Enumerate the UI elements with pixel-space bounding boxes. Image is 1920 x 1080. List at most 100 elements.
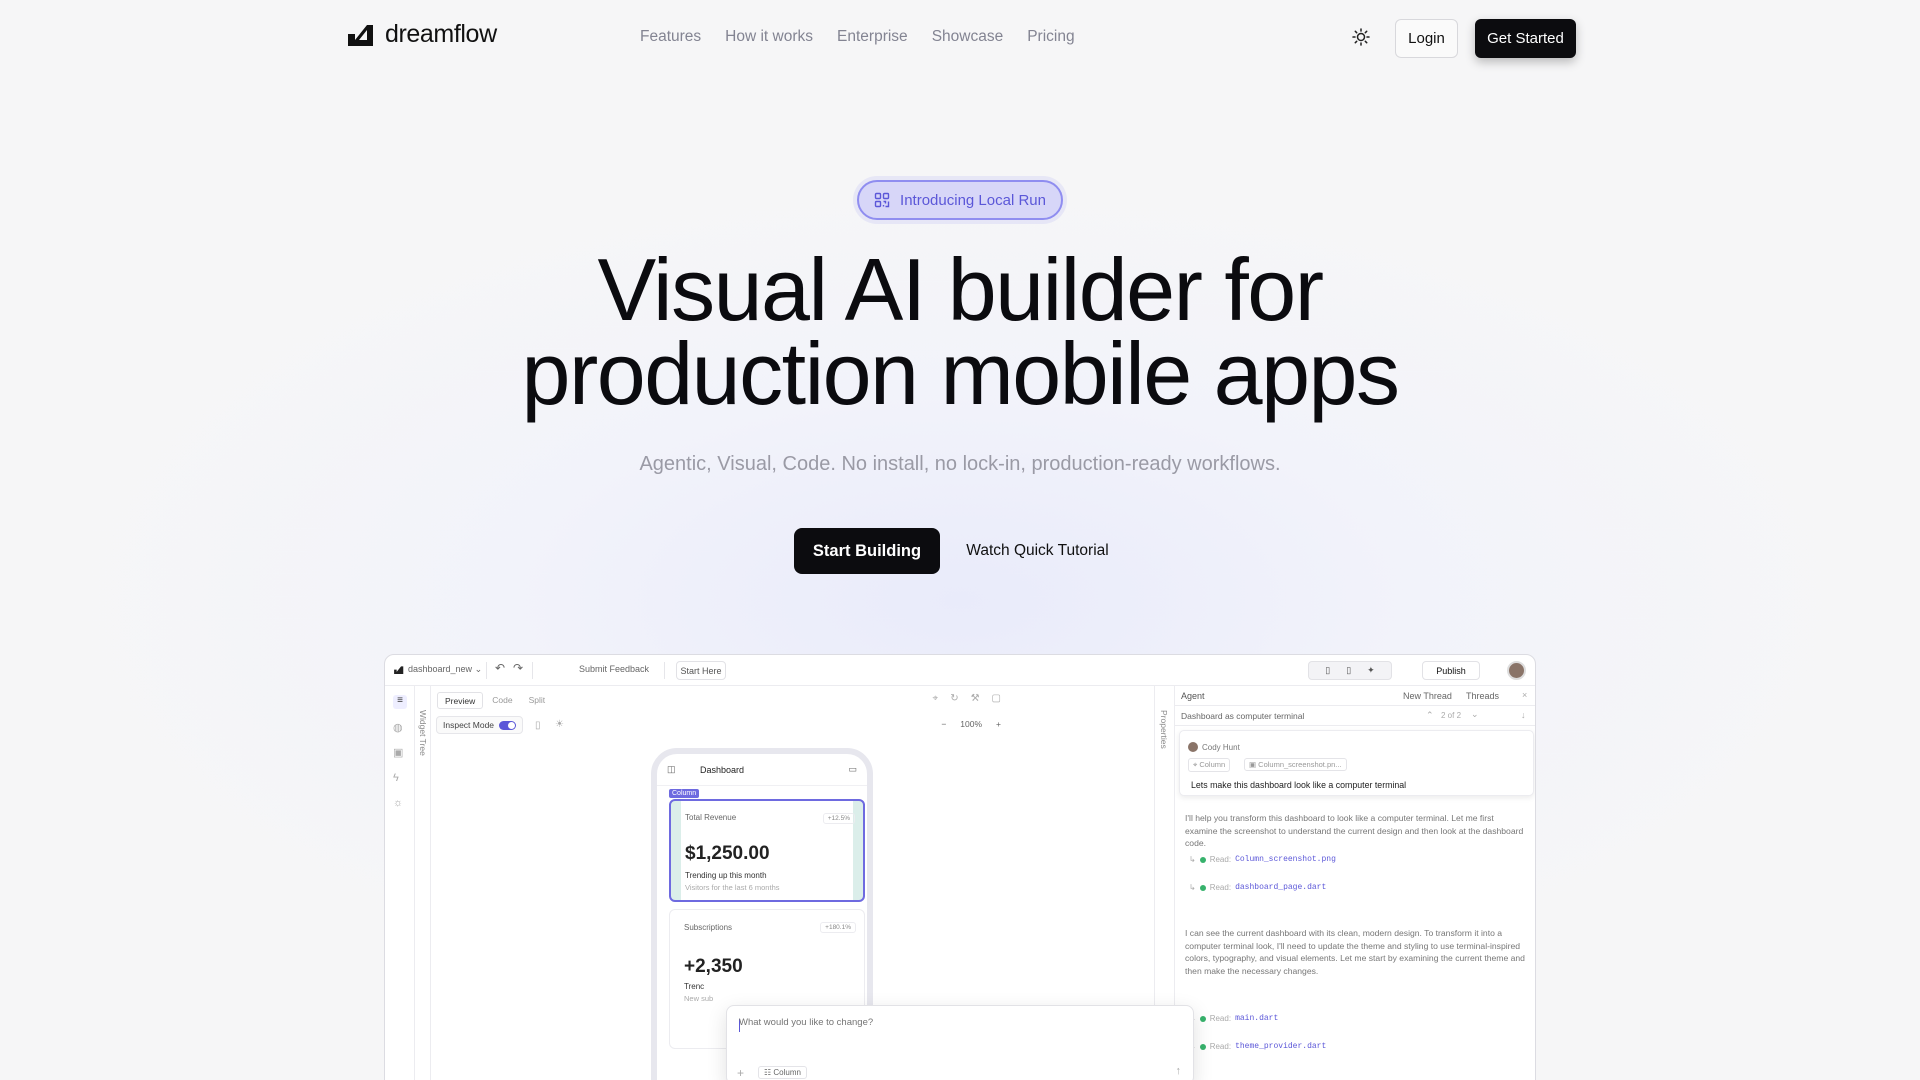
wrench-icon[interactable]: ⚒ (971, 693, 980, 704)
nav-link-enterprise[interactable]: Enterprise (837, 28, 908, 46)
tab-code[interactable]: Code (485, 692, 519, 709)
hero-title-line-2: production mobile apps (521, 324, 1400, 423)
tab-preview[interactable]: Preview (437, 692, 484, 709)
user-name: Cody Hunt (1202, 743, 1240, 752)
publish-button[interactable]: Publish (1422, 661, 1480, 680)
revenue-card[interactable]: Total Revenue +12.5% $1,250.00 Trending … (669, 799, 865, 902)
read-file-1[interactable]: Column_screenshot.png (1235, 855, 1336, 864)
image-icon[interactable]: ▣ (393, 746, 407, 760)
selected-widget-label: Column (669, 789, 700, 798)
widget-tree-collapsed[interactable]: Widget Tree (415, 686, 431, 1080)
layout-toggle-group: ▯ ▯ ✦ (1308, 661, 1392, 680)
subscriptions-label: Subscriptions (684, 923, 733, 932)
qr-scan-icon (874, 192, 890, 208)
theme-toggle-sun-icon[interactable] (1351, 27, 1371, 52)
read-label: Read: (1209, 1042, 1232, 1051)
read-label: Read: (1209, 883, 1232, 892)
bolt-icon[interactable]: ϟ (393, 772, 407, 786)
login-button[interactable]: Login (1395, 19, 1458, 58)
revenue-value: $1,250.00 (685, 843, 770, 864)
send-arrow-icon[interactable]: ↑ (1176, 1065, 1182, 1077)
user-message-avatar (1188, 742, 1198, 752)
read-file-3[interactable]: main.dart (1235, 1014, 1278, 1023)
brightness-icon[interactable]: ☀ (555, 719, 564, 730)
sidebar-toggle-icon[interactable]: ◫ (667, 764, 676, 775)
refresh-icon[interactable]: ↻ (950, 693, 958, 704)
change-prompt-input[interactable] (739, 1017, 1179, 1028)
context-chip-column[interactable]: ☷ Column (758, 1066, 807, 1079)
subscriptions-trend: Trenc (684, 982, 705, 991)
phone-page-title: Dashboard (700, 765, 745, 775)
chevron-up-icon[interactable]: ⌃ (1426, 710, 1434, 721)
hero-subtitle: Agentic, Visual, Code. No install, no lo… (639, 453, 1281, 475)
read-step-3: ↳Read:main.dart (1189, 1014, 1278, 1023)
zoom-in-icon[interactable]: + (996, 719, 1001, 729)
agent-title: Agent (1181, 691, 1205, 701)
chevron-down-icon[interactable]: ⌄ (1471, 709, 1479, 720)
submit-feedback-link[interactable]: Submit Feedback (579, 664, 649, 674)
nav-link-pricing[interactable]: Pricing (1027, 28, 1074, 46)
undo-icon[interactable]: ↶ (495, 661, 505, 675)
agent-header: Agent New Thread Threads × (1175, 686, 1535, 706)
widget-tree-icon[interactable]: ≡ (393, 695, 407, 709)
thread-bar: Dashboard as computer terminal ⌃ 2 of 2 … (1175, 706, 1535, 726)
pin-icon[interactable]: ⌖ (933, 693, 939, 704)
project-name: dashboard_new (408, 664, 473, 674)
start-here-button[interactable]: Start Here (676, 661, 726, 680)
top-nav: dreamflow Features How it works Enterpri… (0, 0, 1920, 78)
attachment-image-icon: ▣ (1249, 760, 1259, 769)
revenue-chip: +12.5% (822, 813, 855, 824)
thread-pager: 2 of 2 (1441, 711, 1462, 720)
status-dot (1199, 1043, 1206, 1050)
redo-icon[interactable]: ↷ (513, 661, 523, 675)
new-thread-button[interactable]: New Thread (1403, 691, 1452, 701)
read-step-4: ↳Read:theme_provider.dart (1189, 1042, 1326, 1051)
threads-button[interactable]: Threads (1466, 691, 1499, 701)
nav-links: Features How it works Enterprise Showcas… (640, 28, 1075, 46)
nav-link-how-it-works[interactable]: How it works (725, 28, 813, 46)
monitor-icon[interactable]: ▭ (848, 764, 857, 775)
read-file-4[interactable]: theme_provider.dart (1235, 1042, 1326, 1051)
user-avatar[interactable] (1507, 661, 1526, 680)
watch-tutorial-button[interactable]: Watch Quick Tutorial (960, 528, 1115, 574)
read-file-2[interactable]: dashboard_page.dart (1235, 883, 1326, 892)
status-dot (1199, 1015, 1206, 1022)
nav-link-showcase[interactable]: Showcase (932, 28, 1004, 46)
bug-icon[interactable]: ☼ (393, 797, 407, 811)
read-label: Read: (1209, 855, 1232, 864)
attachment-chip-screenshot[interactable]: ▣ Column_screenshot.pn... (1244, 758, 1347, 771)
palette-icon[interactable]: ◍ (393, 721, 407, 735)
chevron-down-icon: ⌄ (474, 664, 483, 674)
subscriptions-chip: +180.1% (820, 922, 856, 933)
inspect-mode-toggle[interactable]: Inspect Mode (436, 716, 524, 734)
inspect-switch[interactable] (499, 720, 517, 730)
editor-toolbar: dashboard_new ⌄ ↶ ↷ Submit Feedback Star… (385, 655, 1535, 686)
revenue-note: Visitors for the last 6 months (685, 883, 780, 892)
right-panel-icon[interactable]: ▯ (1346, 665, 1351, 676)
nav-link-features[interactable]: Features (640, 28, 701, 46)
brand-logo[interactable]: dreamflow (345, 20, 497, 49)
start-building-button[interactable]: Start Building (794, 528, 940, 574)
get-started-button[interactable]: Get Started (1475, 19, 1576, 58)
expand-icon[interactable]: ▢ (992, 693, 1001, 704)
tab-split[interactable]: Split (522, 692, 553, 709)
project-selector[interactable]: dashboard_new ⌄ (408, 664, 482, 675)
brand-name: dreamflow (385, 20, 497, 48)
context-widget-icon: ☷ (764, 1068, 774, 1077)
revenue-trend: Trending up this month (685, 871, 767, 880)
badge-label: Introducing Local Run (900, 191, 1046, 209)
zoom-control: − 100% + (941, 719, 1001, 729)
inspect-mode-label: Inspect Mode (443, 720, 495, 730)
announcement-badge[interactable]: Introducing Local Run (857, 180, 1063, 220)
arrow-down-icon[interactable]: ↓ (1521, 710, 1526, 720)
zoom-out-icon[interactable]: − (941, 719, 946, 729)
status-dot (1199, 884, 1206, 891)
left-icon-rail: ≡ ◍ ▣ ϟ ☼ (385, 686, 415, 1080)
sparkle-icon[interactable]: ✦ (1367, 665, 1375, 676)
add-icon[interactable]: + (737, 1066, 744, 1080)
left-panel-icon[interactable]: ▯ (1325, 665, 1330, 676)
attachment-chip-column[interactable]: ⌖ Column (1188, 758, 1231, 772)
thread-title: Dashboard as computer terminal (1181, 711, 1305, 721)
close-icon[interactable]: × (1522, 690, 1527, 700)
device-icon[interactable]: ▯ (535, 720, 541, 731)
